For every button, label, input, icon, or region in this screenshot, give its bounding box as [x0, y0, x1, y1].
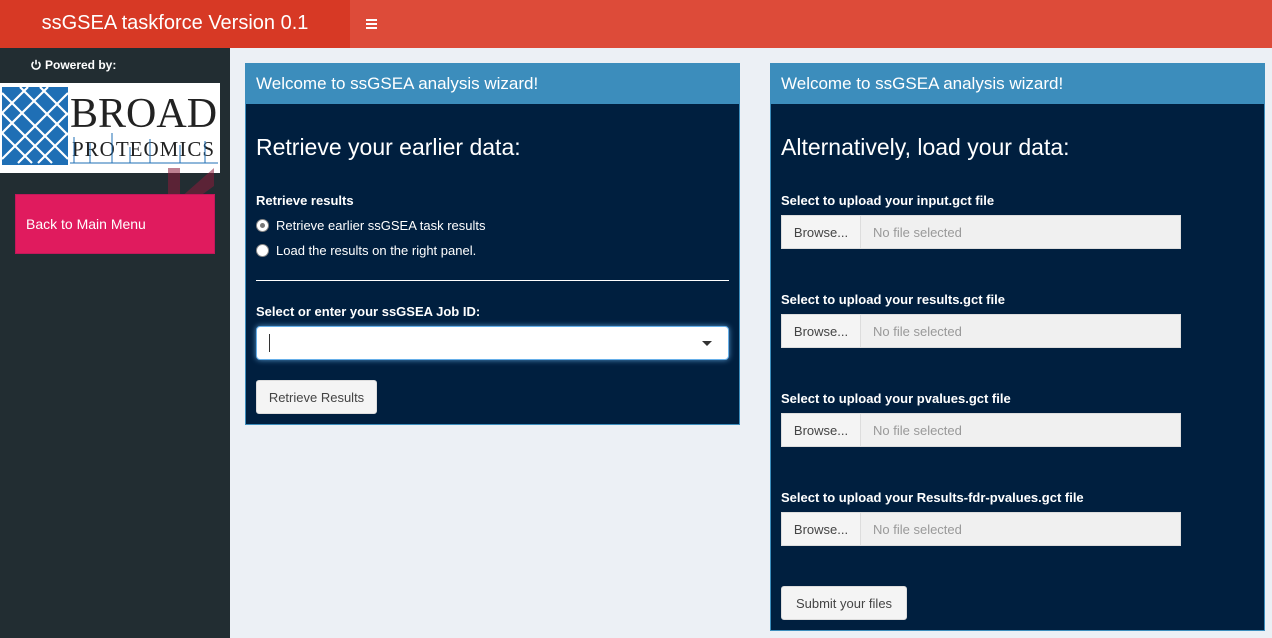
upload-pvalues-field: Browse... No file selected: [781, 413, 1181, 447]
upload-fdr-label: Select to upload your Results-fdr-pvalue…: [781, 490, 1084, 505]
back-to-main-menu-button[interactable]: Back to Main Menu: [15, 194, 215, 254]
input-file-name: No file selected: [861, 215, 1181, 249]
retrieve-results-button[interactable]: Retrieve Results: [256, 380, 377, 414]
browse-input-button[interactable]: Browse...: [781, 215, 861, 249]
upload-fdr-field: Browse... No file selected: [781, 512, 1181, 546]
radio-retrieve-earlier[interactable]: Retrieve earlier ssGSEA task results: [256, 218, 486, 233]
top-header: ssGSEA taskforce Version 0.1: [0, 0, 1272, 48]
radio-load-right-panel-label: Load the results on the right panel.: [276, 243, 477, 258]
upload-results-label: Select to upload your results.gct file: [781, 292, 1005, 307]
app-title: ssGSEA taskforce Version 0.1: [0, 0, 350, 48]
sidebar-toggle-button[interactable]: [350, 0, 392, 48]
broad-proteomics-logo: BROAD PROTEOMICS: [0, 83, 220, 173]
browse-fdr-button[interactable]: Browse...: [781, 512, 861, 546]
upload-input-label: Select to upload your input.gct file: [781, 193, 995, 208]
power-icon: [31, 59, 41, 70]
pvalues-file-name: No file selected: [861, 413, 1181, 447]
submit-files-button[interactable]: Submit your files: [781, 586, 907, 620]
upload-panel: Welcome to ssGSEA analysis wizard! Alter…: [770, 63, 1265, 631]
svg-text:BROAD: BROAD: [70, 91, 217, 137]
radio-retrieve-earlier-label: Retrieve earlier ssGSEA task results: [276, 218, 486, 233]
upload-results-field: Browse... No file selected: [781, 314, 1181, 348]
browse-pvalues-button[interactable]: Browse...: [781, 413, 861, 447]
powered-by-label: Powered by:: [45, 58, 117, 72]
sidebar: Powered by: BROAD PROTEOMICS Back to Mai…: [0, 48, 230, 638]
upload-input-field: Browse... No file selected: [781, 215, 1181, 249]
chevron-down-icon[interactable]: [702, 341, 712, 346]
powered-by: Powered by:: [30, 58, 116, 72]
upload-panel-header: Welcome to ssGSEA analysis wizard!: [771, 64, 1264, 104]
hamburger-icon: [365, 19, 377, 29]
radio-button-selected[interactable]: [256, 219, 269, 232]
upload-pvalues-label: Select to upload your pvalues.gct file: [781, 391, 1011, 406]
fdr-file-name: No file selected: [861, 512, 1181, 546]
text-cursor: [269, 334, 270, 352]
job-id-select-input[interactable]: [256, 326, 729, 360]
svg-text:PROTEOMICS: PROTEOMICS: [72, 137, 215, 161]
retrieve-panel-header: Welcome to ssGSEA analysis wizard!: [246, 64, 739, 104]
radio-load-right-panel[interactable]: Load the results on the right panel.: [256, 243, 476, 258]
results-file-name: No file selected: [861, 314, 1181, 348]
radio-button[interactable]: [256, 244, 269, 257]
retrieve-panel-title: Retrieve your earlier data:: [256, 134, 521, 160]
divider: [256, 280, 729, 281]
job-id-label: Select or enter your ssGSEA Job ID:: [256, 304, 481, 319]
upload-panel-title: Alternatively, load your data:: [781, 134, 1070, 160]
browse-results-button[interactable]: Browse...: [781, 314, 861, 348]
retrieve-results-label: Retrieve results: [256, 193, 354, 208]
retrieve-panel: Welcome to ssGSEA analysis wizard! Retri…: [245, 63, 740, 425]
